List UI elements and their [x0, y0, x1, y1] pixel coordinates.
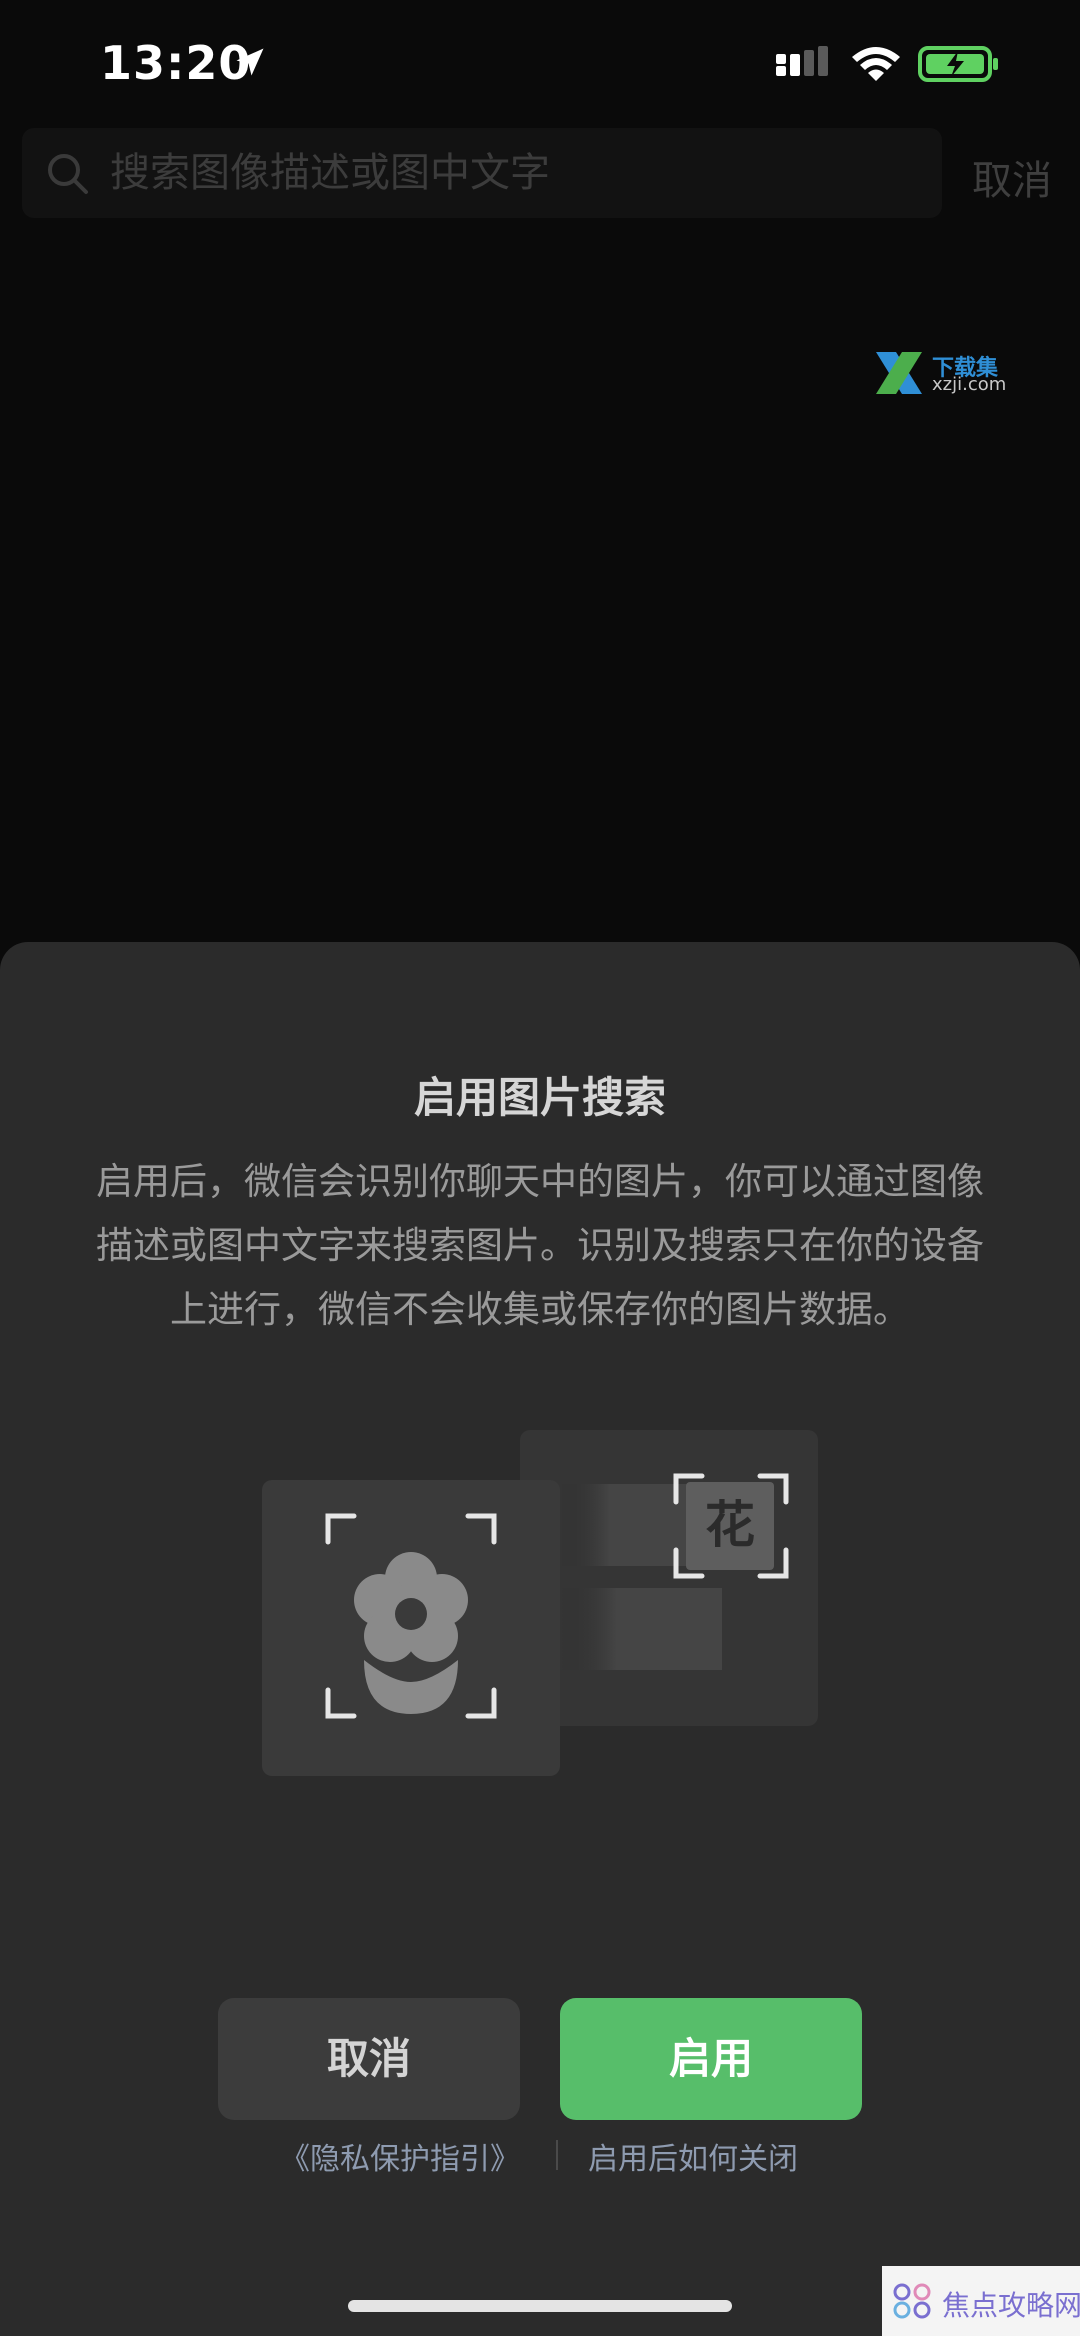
enable-button[interactable]: 启用	[560, 1998, 862, 2120]
watermark-bottom-text: 焦点攻略网	[942, 2289, 1080, 2322]
watermark-logo: 下载集 xzji.com	[872, 350, 1022, 396]
text-bar-bottom	[560, 1588, 722, 1670]
search-input[interactable]: 搜索图像描述或图中文字	[110, 150, 910, 196]
flower-icon	[354, 1552, 468, 1714]
watermark-subtitle: xzji.com	[932, 374, 1007, 395]
sheet-description: 启用后，微信会识别你聊天中的图片，你可以通过图像描述或图中文字来搜索图片。识别及…	[96, 1160, 984, 1331]
link-divider	[556, 2140, 558, 2170]
how-to-close-link[interactable]: 启用后如何关闭	[588, 2134, 798, 2178]
cellular-signal-icon	[776, 46, 828, 76]
enable-image-search-sheet: 启用图片搜索 启用后，微信会识别你聊天中的图片，你可以通过图像描述或图中文字来搜…	[0, 942, 1080, 2336]
char-scan-frame	[673, 1473, 789, 1579]
photo-scan-frame	[325, 1513, 497, 1719]
battery-charging-icon	[918, 46, 998, 82]
front-card	[262, 1480, 560, 1776]
char-hua: 花	[705, 1496, 755, 1554]
watermark-x-icon	[876, 352, 922, 394]
location-arrow-icon	[236, 48, 264, 76]
text-bar-top	[560, 1484, 702, 1566]
sheet-links: 《隐私保护指引》 启用后如何关闭	[0, 2134, 1080, 2177]
watermark-bottom-logo: 焦点攻略网	[882, 2266, 1080, 2336]
sheet-title: 启用图片搜索	[413, 1073, 666, 1122]
search-icon	[48, 154, 88, 194]
search-cancel-button[interactable]: 取消	[972, 148, 1052, 206]
screen: 13:20 搜索图像描述或图中文字 取消 下载集 xzji.com 启用图片搜索…	[0, 0, 1080, 2336]
search-bar[interactable]: 搜索图像描述或图中文字	[22, 128, 942, 218]
status-bar: 13:20	[0, 0, 1080, 130]
back-card	[520, 1430, 818, 1726]
status-time: 13:20	[100, 36, 252, 90]
privacy-guide-link[interactable]: 《隐私保护指引》	[280, 2134, 520, 2178]
wifi-icon	[852, 47, 900, 81]
cancel-button[interactable]: 取消	[218, 1998, 520, 2120]
watermark-dots-icon	[893, 2283, 931, 2319]
home-indicator[interactable]	[348, 2300, 732, 2312]
